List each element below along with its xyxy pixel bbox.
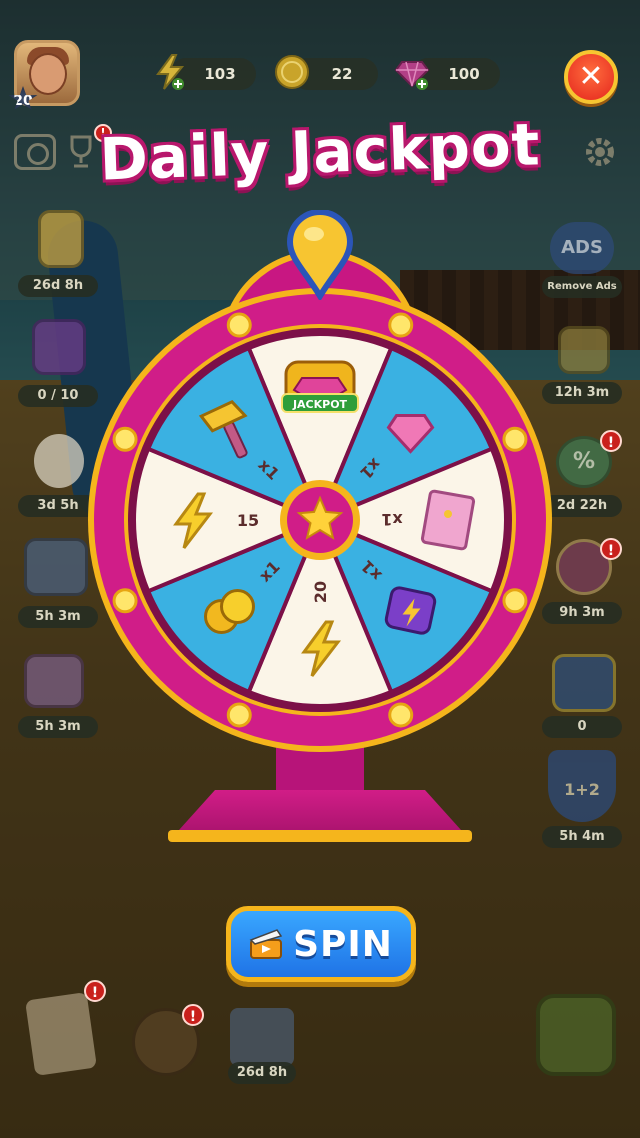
gift-tile[interactable]	[550, 318, 620, 380]
discount-alert-badge: !	[600, 430, 622, 452]
checklist-icon	[25, 992, 97, 1076]
star-ticket-icon	[38, 210, 84, 268]
rim-light	[388, 702, 414, 728]
tasks-alert-badge: !	[84, 980, 106, 1002]
machine-icon	[32, 319, 86, 375]
prize-amount-energy: 20	[311, 581, 330, 603]
gems-value: 100	[448, 65, 480, 83]
spin-button[interactable]: SPIN	[226, 906, 416, 982]
energy-value: 103	[204, 65, 236, 83]
card-pack-star	[444, 510, 452, 518]
jackpot-label: JACKPOT	[292, 398, 348, 411]
rim-light	[226, 702, 252, 728]
spin-button-label: SPIN	[293, 923, 393, 965]
gift-box-icon	[558, 326, 610, 374]
chest-alert-badge: !	[182, 1004, 204, 1026]
treasure-icon	[24, 538, 88, 596]
mini-wheel-alert-badge: !	[600, 538, 622, 560]
hud: 20 103 22 100 ✕ ! 26d 8h 0 / 10 3d 5h 5h…	[0, 0, 640, 1138]
rim-light	[112, 426, 138, 452]
jackpot-wheel: JACKPOT x1 x1 x1 20 x1 15 x1	[80, 210, 560, 860]
rim-light	[388, 312, 414, 338]
gem-icon	[394, 61, 430, 90]
rim-light	[502, 426, 528, 452]
avatar-face	[29, 53, 67, 95]
card-pack-shape	[420, 489, 476, 551]
album-dock-timer: 26d 8h	[228, 1062, 296, 1084]
rim-light	[502, 588, 528, 614]
photo-album-icon	[230, 1008, 294, 1066]
vault-icon	[552, 654, 616, 712]
page-title: Daily Jackpot	[98, 110, 542, 194]
clapperboard-icon	[249, 929, 283, 959]
coins-value: 22	[331, 65, 353, 83]
prize-amount-energy: 15	[237, 511, 259, 530]
close-button[interactable]: ✕	[564, 50, 618, 104]
dice-icon	[384, 586, 437, 635]
magnifier-map-icon	[536, 994, 616, 1076]
rim-light	[112, 588, 138, 614]
wheel-stand-trim	[168, 830, 472, 842]
egg-icon	[34, 434, 84, 488]
prize-amount-sticker-pack: x1	[381, 510, 402, 529]
rim-light	[226, 312, 252, 338]
coin-icon	[275, 55, 309, 89]
close-icon: ✕	[578, 59, 604, 94]
card-pack-icon	[420, 489, 476, 551]
painting-icon	[24, 654, 84, 708]
wheel-disc[interactable]: JACKPOTx1x1x120x115x1	[80, 280, 560, 760]
coin-front	[219, 589, 255, 625]
wheel-pointer-icon	[286, 210, 354, 300]
energy-bolt-icon	[156, 54, 185, 90]
map-dock-button[interactable]	[530, 990, 622, 1082]
